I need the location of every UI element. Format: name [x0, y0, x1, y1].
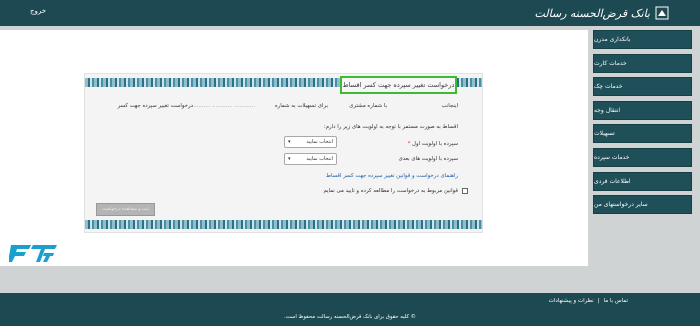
priority1-deposit-select[interactable]: انتخاب نمایید ▾ [284, 136, 337, 148]
intro-text-1: اینجانب [441, 103, 458, 109]
sidebar-menu: بانکداری مدرن خدمات کارت خدمات چک انتقال… [593, 30, 692, 219]
intro-text-4: درخواست تغییر سپرده جهت کسر [117, 103, 193, 109]
request-form-panel: درخواست تغییر سپرده جهت کسر اقساط اینجان… [84, 73, 483, 233]
priority2-deposit-select[interactable]: انتخاب نمایید ▾ [284, 153, 337, 165]
chevron-down-icon: ▾ [288, 139, 291, 145]
sidebar-item-other-requests[interactable]: سایر درخواستهای من [593, 195, 692, 215]
agree-text: قوانین مربوط به درخواست را مطالعه کرده و… [323, 188, 458, 194]
top-bar: خروج بانک قرض‌الحسنه رسالت [0, 0, 700, 26]
instruction-text: اقساط به صورت مستمر با توجه به اولویت ها… [323, 124, 458, 130]
submit-button[interactable]: ثبت و مشاهده درخواست [96, 203, 155, 216]
agree-checkbox[interactable] [462, 188, 468, 194]
rules-guide-link[interactable]: راهنمای درخواست و قوانین تغییر سپرده جهت… [326, 173, 458, 179]
sidebar-item-loans[interactable]: تسهیلات [593, 124, 692, 144]
intro-text-3: برای تسهیلات به شماره [274, 103, 328, 109]
bank-emblem-icon [655, 6, 669, 20]
sidebar-item-card-services[interactable]: خدمات کارت [593, 53, 692, 73]
priority2-select-value: انتخاب نمایید [306, 156, 333, 162]
chevron-down-icon: ▾ [288, 156, 291, 162]
bank-name: بانک قرض‌الحسنه رسالت [534, 6, 650, 20]
intro-blank-dots: ............ ............ ............ [189, 103, 255, 109]
decorative-band-bottom [85, 220, 482, 229]
required-mark: * [407, 141, 411, 147]
sidebar-item-modern-banking[interactable]: بانکداری مدرن [593, 30, 692, 49]
sidebar-item-fund-transfer[interactable]: انتقال وجه [593, 100, 692, 120]
brand-logo-icon [9, 245, 57, 262]
footer-links: تماس با ما | نظرات و پیشنهادات [549, 298, 628, 304]
logout-link[interactable]: خروج [30, 7, 46, 15]
bank-logo[interactable]: بانک قرض‌الحسنه رسالت [534, 3, 670, 23]
field1-label-text: سپرده با اولویت اول [412, 141, 458, 147]
field1-label: سپرده با اولویت اول * [408, 141, 458, 147]
intro-text-2: با شماره مشتری [349, 103, 387, 109]
contact-link[interactable]: تماس با ما [604, 298, 628, 304]
footer-separator: | [597, 298, 600, 304]
sidebar-item-cheque-services[interactable]: خدمات چک [593, 77, 692, 97]
footer: تماس با ما | نظرات و پیشنهادات © کلیه حق… [0, 293, 700, 326]
form-title: درخواست تغییر سپرده جهت کسر اقساط [340, 76, 457, 94]
sidebar-item-personal-info[interactable]: اطلاعات فردی [593, 171, 692, 191]
priority1-select-value: انتخاب نمایید [306, 139, 333, 145]
sidebar-item-deposit-services[interactable]: خدمات سپرده [593, 147, 692, 167]
copyright-text: © کلیه حقوق برای بانک قرض‌الحسنه رسالت م… [284, 314, 416, 320]
feedback-link[interactable]: نظرات و پیشنهادات [549, 298, 594, 304]
field2-label: سپرده با اولویت های بعدی [398, 156, 458, 162]
